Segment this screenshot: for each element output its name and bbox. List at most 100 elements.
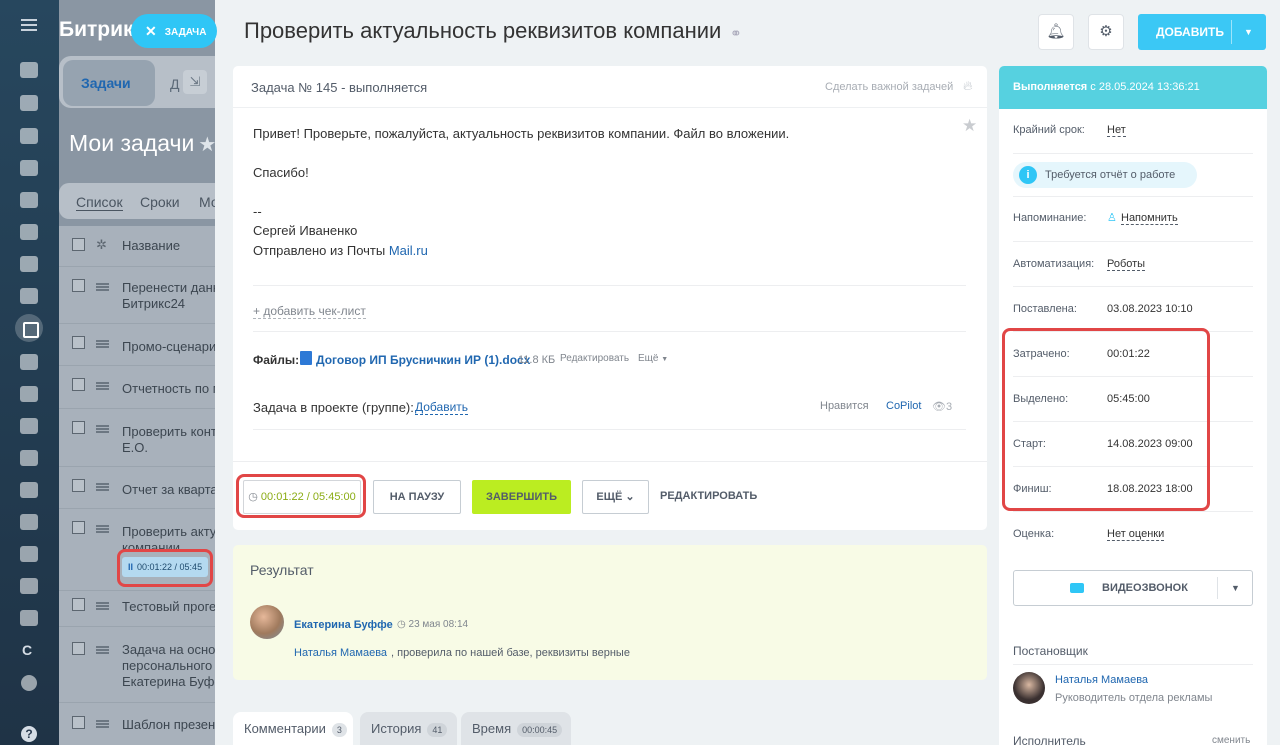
row-title[interactable]: Отчетность по м bbox=[122, 381, 217, 397]
view-deadlines[interactable]: Сроки bbox=[140, 194, 180, 210]
table-row[interactable] bbox=[59, 702, 219, 703]
row-title[interactable]: Проверить актуа bbox=[122, 524, 217, 540]
more-icon[interactable] bbox=[21, 675, 37, 691]
tab-time[interactable]: Время 00:00:45 bbox=[461, 712, 571, 745]
chat-icon[interactable] bbox=[20, 128, 38, 144]
row-title[interactable]: Промо-сценари bbox=[122, 339, 217, 355]
table-row[interactable] bbox=[59, 626, 219, 627]
contacts-icon[interactable] bbox=[20, 514, 38, 530]
drag-icon[interactable] bbox=[96, 425, 109, 433]
star-icon[interactable]: ★ bbox=[962, 116, 977, 136]
video-call-button[interactable]: ВИДЕОЗВОНОК ▼ bbox=[1013, 570, 1253, 606]
drag-icon[interactable] bbox=[96, 720, 109, 728]
mailru-link[interactable]: Mail.ru bbox=[389, 243, 428, 258]
pause-button[interactable]: НА ПАУЗУ bbox=[373, 480, 461, 514]
row-title[interactable]: Проверить конт bbox=[122, 424, 217, 440]
make-important-link[interactable]: Сделать важной задачей bbox=[825, 81, 953, 93]
mail-icon[interactable] bbox=[20, 256, 38, 272]
copilot-link[interactable]: CoPilot bbox=[886, 400, 921, 412]
row-title-2[interactable]: персонального bbox=[122, 658, 217, 674]
shop-icon[interactable] bbox=[20, 418, 38, 434]
row-checkbox[interactable] bbox=[72, 521, 85, 534]
feed-icon[interactable] bbox=[20, 62, 38, 78]
drag-icon[interactable] bbox=[96, 483, 109, 491]
close-icon[interactable]: ✕ bbox=[145, 23, 157, 39]
chevron-down-icon[interactable]: ▼ bbox=[1231, 571, 1240, 605]
drag-icon[interactable] bbox=[96, 525, 109, 533]
news-icon[interactable] bbox=[20, 95, 38, 111]
add-button[interactable]: ДОБАВИТЬ ▼ bbox=[1138, 14, 1266, 50]
table-row[interactable] bbox=[59, 466, 219, 467]
row-checkbox[interactable] bbox=[72, 336, 85, 349]
row-title[interactable]: Шаблон презен bbox=[122, 717, 217, 733]
row-title[interactable]: Отчет за кварта bbox=[122, 482, 217, 498]
row-title-2[interactable]: Битрикс24 bbox=[122, 296, 217, 312]
add-checklist-link[interactable]: + добавить чек-лист bbox=[253, 304, 366, 319]
row-title[interactable]: Перенести данн bbox=[122, 280, 217, 296]
project-add-link[interactable]: Добавить bbox=[415, 400, 469, 415]
table-row[interactable] bbox=[59, 365, 219, 366]
flame-icon[interactable]: 🔥︎ bbox=[963, 78, 973, 94]
table-row[interactable] bbox=[59, 508, 219, 509]
avatar[interactable] bbox=[250, 605, 284, 639]
table-row[interactable] bbox=[59, 266, 219, 267]
edit-button[interactable]: РЕДАКТИРОВАТЬ bbox=[660, 490, 757, 502]
reminder-value[interactable]: Напомнить bbox=[1121, 212, 1178, 225]
forms-icon[interactable] bbox=[20, 450, 38, 466]
result-author[interactable]: Екатерина Буффе bbox=[294, 619, 393, 631]
drag-icon[interactable] bbox=[96, 602, 109, 610]
market-icon[interactable] bbox=[20, 610, 38, 626]
gear-icon[interactable]: ✲ bbox=[96, 237, 107, 253]
row-title[interactable]: Задача на осно bbox=[122, 642, 217, 658]
row-checkbox[interactable] bbox=[72, 378, 85, 391]
select-all-checkbox[interactable] bbox=[72, 238, 85, 251]
company-icon[interactable] bbox=[20, 386, 38, 402]
report-required-badge[interactable]: Требуется отчёт о работе bbox=[1013, 162, 1197, 188]
row-checkbox[interactable] bbox=[72, 479, 85, 492]
column-name[interactable]: Название bbox=[122, 238, 217, 254]
table-row[interactable] bbox=[59, 408, 219, 409]
assignee-change-link[interactable]: сменить bbox=[1212, 735, 1250, 745]
row-checkbox[interactable] bbox=[72, 279, 85, 292]
tab-comments[interactable]: Комментарии 3 bbox=[233, 712, 353, 745]
row-title-2[interactable]: Е.О. bbox=[122, 440, 217, 456]
robots-icon[interactable] bbox=[20, 578, 38, 594]
calendar-icon[interactable] bbox=[20, 160, 38, 176]
row-checkbox[interactable] bbox=[72, 642, 85, 655]
drive-icon[interactable] bbox=[20, 224, 38, 240]
automation-value[interactable]: Роботы bbox=[1107, 258, 1146, 271]
row-title[interactable]: Тестовый проге bbox=[122, 599, 217, 615]
file-more-link[interactable]: Ещё ▼ bbox=[638, 353, 668, 364]
view-list[interactable]: Список bbox=[76, 194, 123, 211]
close-task-chip[interactable]: ✕ ЗАДАЧА bbox=[131, 14, 217, 48]
settings-button[interactable]: ⚙ bbox=[1088, 14, 1124, 50]
star-icon[interactable]: ★ bbox=[198, 134, 216, 156]
drag-icon[interactable] bbox=[96, 646, 109, 654]
crm-icon[interactable] bbox=[20, 354, 38, 370]
menu-icon[interactable] bbox=[21, 19, 37, 31]
link-icon[interactable]: ⚭ bbox=[730, 25, 742, 42]
row-checkbox[interactable] bbox=[72, 421, 85, 434]
groups-icon[interactable] bbox=[20, 288, 38, 304]
rating-value[interactable]: Нет оценки bbox=[1107, 528, 1165, 541]
download-icon[interactable]: ⇲ bbox=[183, 70, 207, 94]
finish-button[interactable]: ЗАВЕРШИТЬ bbox=[472, 480, 571, 514]
file-link[interactable]: Договор ИП Брусничкин ИР (1).docx bbox=[316, 353, 530, 367]
bell-button[interactable]: 🔔︎ bbox=[1038, 14, 1074, 50]
docs-icon[interactable] bbox=[20, 192, 38, 208]
row-title-3[interactable]: Екатерина Буфф bbox=[122, 674, 217, 690]
like-link[interactable]: Нравится bbox=[820, 400, 869, 412]
drag-icon[interactable] bbox=[96, 340, 109, 348]
chevron-down-icon[interactable]: ▼ bbox=[1244, 14, 1253, 50]
creator-name[interactable]: Наталья Мамаева bbox=[1055, 674, 1148, 686]
help-icon[interactable]: ? bbox=[21, 726, 37, 742]
more-button[interactable]: ЕЩЁ ⌄ bbox=[582, 480, 649, 514]
deadline-value[interactable]: Нет bbox=[1107, 124, 1126, 137]
tab-tasks[interactable]: Задачи bbox=[63, 60, 155, 106]
file-edit-link[interactable]: Редактировать bbox=[560, 353, 629, 364]
table-row[interactable] bbox=[59, 323, 219, 324]
avatar[interactable] bbox=[1013, 672, 1045, 704]
row-checkbox[interactable] bbox=[72, 598, 85, 611]
c-icon[interactable]: C bbox=[22, 642, 32, 658]
tab-history[interactable]: История 41 bbox=[360, 712, 457, 745]
